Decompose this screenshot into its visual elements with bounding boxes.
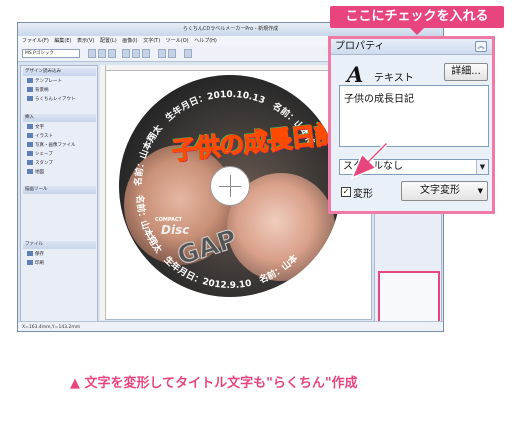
- photo-icon: [27, 142, 33, 147]
- shape-icon: [27, 151, 33, 156]
- section-design: デザイン読み込み: [23, 68, 96, 76]
- transform-checkbox[interactable]: ✓: [341, 187, 351, 197]
- caption: ▲ 文字を変形してタイトル文字も"らくちん"作成: [70, 376, 358, 391]
- sidebar-item-print[interactable]: 印刷: [27, 260, 95, 268]
- section-insert: 挿入: [23, 114, 96, 122]
- bold-icon[interactable]: [88, 49, 96, 58]
- section-file: ファイル: [23, 241, 96, 249]
- layout-icon: [27, 96, 33, 101]
- font-select[interactable]: MS Pゴシック: [22, 49, 80, 58]
- sidebar-item-text[interactable]: 文字: [27, 124, 95, 132]
- text-icon: [27, 124, 33, 129]
- sidebar-item-template[interactable]: テンプレート: [27, 78, 95, 86]
- menu-item-file[interactable]: ファイル(F): [22, 38, 49, 44]
- text-style-icon: A: [347, 62, 364, 87]
- redo-icon[interactable]: [168, 49, 176, 58]
- sidebar-item-layout[interactable]: らくちんレイアウト: [27, 96, 95, 104]
- property-panel: プロパティ ︽ A テキスト 詳細... 子供の成長日記 スタイルなし ▼ ✓ …: [328, 36, 495, 214]
- pointer-arrow-icon: [350, 140, 390, 180]
- align-right-icon[interactable]: [142, 49, 150, 58]
- collapse-icon[interactable]: ︽: [475, 41, 487, 52]
- background-icon: [27, 87, 33, 92]
- left-panel: デザイン読み込み テンプレート 背景柄 らくちんレイアウト 挿入 文字 イラスト…: [20, 65, 98, 323]
- menu-item-tools[interactable]: ツール(O): [166, 38, 189, 44]
- sidebar-item-save[interactable]: 保存: [27, 251, 95, 259]
- menu-item-view[interactable]: 表示(V): [77, 38, 94, 44]
- align-center-icon[interactable]: [132, 49, 140, 58]
- align-left-icon[interactable]: [122, 49, 130, 58]
- sidebar-item-background[interactable]: 背景柄: [27, 87, 95, 95]
- status-bar: X=163.4mm,Y=143.2mm: [18, 321, 443, 331]
- sidebar-item-stamp[interactable]: スタンプ: [27, 160, 95, 168]
- transform-checkbox-label: 変形: [353, 189, 373, 200]
- illust-icon: [27, 133, 33, 138]
- italic-icon[interactable]: [98, 49, 106, 58]
- disc-center-hole: [210, 166, 250, 206]
- sidebar-item-illust[interactable]: イラスト: [27, 133, 95, 141]
- menu-item-help[interactable]: ヘルプ(H): [194, 38, 217, 44]
- template-icon: [27, 78, 33, 83]
- zoom-icon[interactable]: [184, 49, 192, 58]
- text-content-field[interactable]: 子供の成長日記: [339, 85, 489, 147]
- section-tools: 描画ツール: [23, 186, 96, 194]
- cd-label-disc[interactable]: 名前：山本翔太 生年月日：2010.10.13 名前：山本花 名前：山本翔太 生…: [119, 75, 341, 297]
- map-icon: [27, 169, 33, 174]
- property-panel-title: プロパティ: [331, 39, 492, 55]
- dropdown-arrow-icon: ▼: [477, 187, 483, 195]
- chevron-down-icon[interactable]: ▼: [476, 160, 488, 174]
- text-transform-button[interactable]: 文字変形 ▼: [401, 181, 488, 201]
- stamp-icon: [27, 160, 33, 165]
- menu-item-layout[interactable]: 配置(L): [100, 38, 117, 44]
- save-icon: [27, 251, 33, 256]
- sidebar-item-photo[interactable]: 写真・画像ファイル: [27, 142, 95, 150]
- text-transform-label: 文字変形: [420, 185, 460, 196]
- object-type-label: テキスト: [374, 73, 414, 84]
- menu-item-edit[interactable]: 編集(E): [54, 38, 71, 44]
- ruler-vertical: [100, 65, 106, 320]
- underline-icon[interactable]: [108, 49, 116, 58]
- undo-icon[interactable]: [158, 49, 166, 58]
- callout-tag: ここにチェックを入れる: [330, 6, 504, 35]
- print-icon: [27, 260, 33, 265]
- detail-button[interactable]: 詳細...: [444, 63, 488, 81]
- menu-item-text[interactable]: 文字(T): [143, 38, 160, 44]
- menu-item-image[interactable]: 画像(I): [122, 38, 137, 44]
- sidebar-item-map[interactable]: 地図: [27, 169, 95, 177]
- sidebar-item-shape[interactable]: シェープ: [27, 151, 95, 159]
- compact-disc-logo: Disc: [161, 223, 190, 237]
